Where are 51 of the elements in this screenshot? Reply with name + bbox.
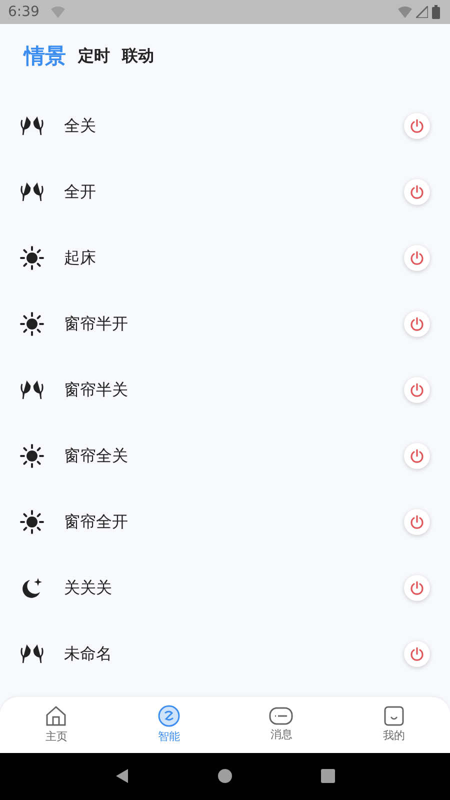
- power-icon: [409, 514, 425, 530]
- power-icon: [409, 448, 425, 464]
- power-button[interactable]: [404, 641, 430, 668]
- scene-name: 起床: [64, 248, 97, 269]
- scene-name: 窗帘半开: [64, 314, 129, 335]
- power-button[interactable]: [404, 311, 430, 338]
- nav-tab[interactable]: 消息: [225, 697, 338, 752]
- scene-name: 窗帘全关: [64, 446, 129, 467]
- power-button[interactable]: [404, 377, 430, 404]
- power-button[interactable]: [404, 113, 430, 140]
- scene-name: 窗帘半关: [64, 380, 129, 401]
- tab[interactable]: 联动: [122, 46, 154, 67]
- nav-tab[interactable]: 主页: [0, 697, 112, 752]
- scene-name: 关关关: [64, 578, 113, 599]
- power-icon: [409, 184, 425, 200]
- scene-name: 全开: [64, 182, 97, 203]
- home-icon[interactable]: [216, 768, 233, 784]
- power-button[interactable]: [404, 443, 430, 470]
- wifi-icon: [51, 6, 66, 18]
- power-icon: [409, 316, 425, 332]
- tab[interactable]: 情景: [24, 42, 66, 70]
- power-button[interactable]: [404, 245, 430, 272]
- power-icon: [409, 250, 425, 266]
- nav-tab[interactable]: 我的: [338, 697, 450, 752]
- power-button[interactable]: [404, 509, 430, 536]
- power-icon: [409, 382, 425, 398]
- power-icon: [409, 118, 425, 134]
- profile-icon: [384, 706, 404, 726]
- nav-tab[interactable]: 智能: [112, 697, 225, 752]
- smart-icon: [158, 705, 180, 728]
- wifi-icon: [398, 6, 412, 18]
- scene-name: 全关: [64, 116, 97, 137]
- sun-icon: [20, 246, 44, 270]
- power-button[interactable]: [404, 179, 430, 206]
- tab[interactable]: 定时: [78, 46, 110, 67]
- sun-icon: [20, 444, 44, 468]
- power-icon: [409, 646, 425, 662]
- sun-icon: [20, 312, 44, 336]
- moon-icon: [20, 576, 44, 600]
- recents-icon[interactable]: [320, 768, 336, 784]
- status-time: 6:39: [8, 4, 40, 20]
- scene-name: 未命名: [64, 644, 113, 665]
- power-button[interactable]: [404, 575, 430, 602]
- back-icon[interactable]: [114, 768, 130, 784]
- scene-name: 窗帘全开: [64, 512, 129, 533]
- battery-icon: [432, 4, 440, 19]
- signal-icon: [416, 6, 428, 18]
- power-icon: [409, 580, 425, 596]
- sun-icon: [20, 510, 44, 534]
- message-icon: [269, 707, 294, 726]
- home-icon: [45, 705, 68, 728]
